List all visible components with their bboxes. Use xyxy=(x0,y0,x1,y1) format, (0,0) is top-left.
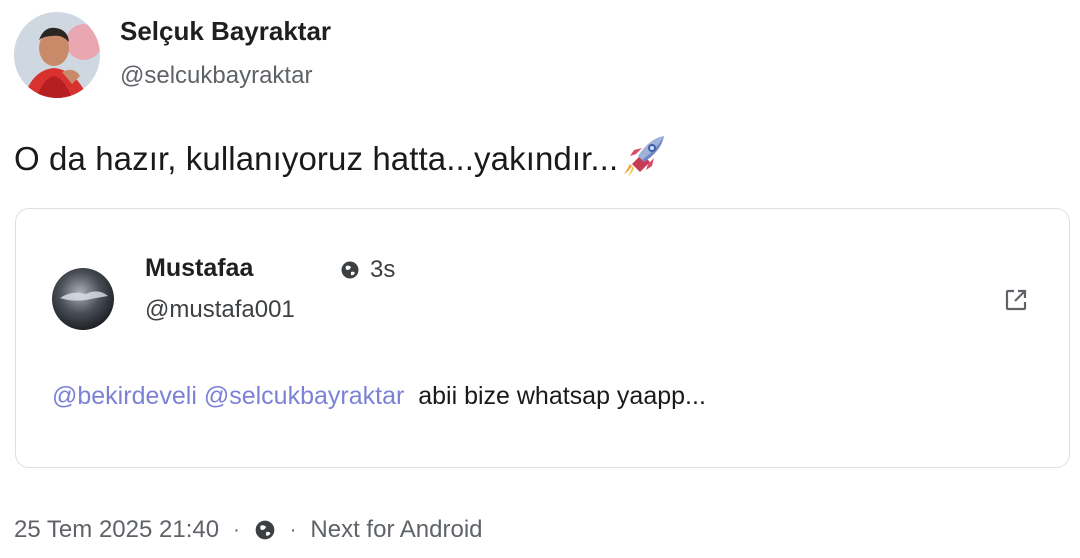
quoted-post-text: @bekirdeveli @selcukbayraktar abii bize … xyxy=(52,382,706,411)
post-meta: 25 Tem 2025 21:40 · · Next for Android xyxy=(14,516,483,544)
post-text: O da hazır, kullanıyoruz hatta...yakındı… xyxy=(14,134,666,184)
author-avatar-image xyxy=(14,12,100,98)
author-handle[interactable]: @selcukbayraktar xyxy=(120,62,312,90)
mention-link[interactable]: @selcukbayraktar xyxy=(204,382,404,410)
open-external-icon[interactable] xyxy=(1004,288,1028,312)
quoted-author-avatar-image xyxy=(52,268,114,330)
quoted-post-time: 3s xyxy=(370,256,396,283)
author-name[interactable]: Selçuk Bayraktar xyxy=(120,16,331,47)
quoted-post-text-content: abii bize whatsap yaapp... xyxy=(418,382,706,410)
meta-separator: · xyxy=(289,518,297,541)
rocket-icon xyxy=(622,134,666,184)
quoted-post-card[interactable] xyxy=(15,208,1070,468)
post-timestamp[interactable]: 25 Tem 2025 21:40 xyxy=(14,516,219,544)
globe-icon xyxy=(340,260,360,280)
author-avatar[interactable] xyxy=(14,12,100,98)
client-name[interactable]: Next for Android xyxy=(310,516,482,544)
quoted-author-avatar[interactable] xyxy=(52,268,114,330)
post-text-content: O da hazır, kullanıyoruz hatta...yakındı… xyxy=(14,140,619,177)
mention-link[interactable]: @bekirdeveli xyxy=(52,382,197,410)
globe-icon xyxy=(254,519,276,541)
quoted-author-name[interactable]: Mustafaa xyxy=(145,254,253,283)
quoted-author-handle[interactable]: @mustafa001 xyxy=(145,296,295,324)
meta-separator: · xyxy=(233,518,240,541)
